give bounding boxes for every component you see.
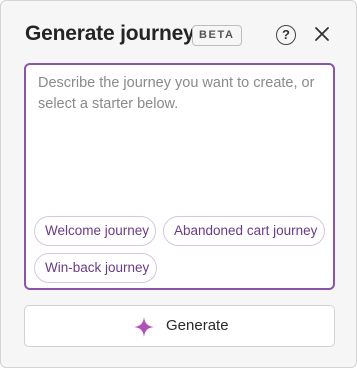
help-icon[interactable]: ? xyxy=(276,25,296,45)
panel-title: Generate journey xyxy=(25,22,195,45)
starter-chip-welcome[interactable]: Welcome journey xyxy=(34,216,156,246)
beta-badge: BETA xyxy=(192,25,242,46)
close-icon[interactable] xyxy=(312,24,332,44)
starter-chip-win-back[interactable]: Win-back journey xyxy=(34,253,157,283)
prompt-placeholder: Describe the journey you want to create,… xyxy=(38,75,315,112)
panel-header: Generate journey BETA ? xyxy=(1,1,356,63)
journey-prompt-textarea[interactable]: Describe the journey you want to create,… xyxy=(24,63,335,290)
generate-button[interactable]: Generate xyxy=(24,305,335,347)
generate-button-label: Generate xyxy=(166,317,229,334)
starter-chip-abandoned-cart[interactable]: Abandoned cart journey xyxy=(163,216,325,246)
generate-journey-panel: Generate journey BETA ? Describe the jou… xyxy=(0,0,357,368)
sparkle-icon xyxy=(134,317,154,337)
